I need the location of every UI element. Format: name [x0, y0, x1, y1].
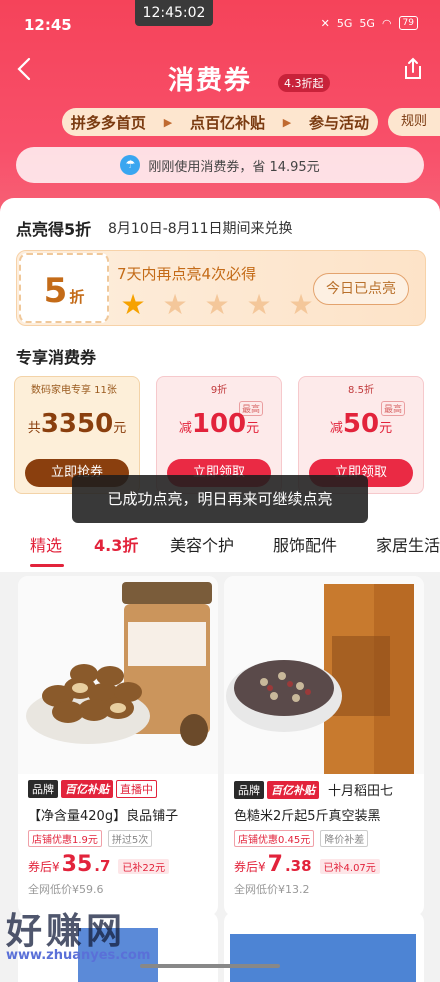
product-title: 【净含量420g】良品铺子	[28, 809, 179, 824]
product-badges: 品牌 百亿补贴 十月稻田七	[234, 780, 393, 799]
share-icon[interactable]	[402, 56, 424, 82]
product-badges: 品牌 百亿补贴 直播中	[28, 780, 157, 798]
subsidy-amount: 已补4.07元	[319, 859, 380, 874]
tab-home[interactable]: 家居生活	[376, 532, 440, 556]
star-row: ★ ★ ★ ★ ★	[117, 291, 317, 319]
subsidy-amount: 已补22元	[118, 859, 170, 874]
product-title-start: 十月稻田七	[328, 784, 394, 799]
store-discount-tag: 店铺优惠1.9元	[28, 830, 102, 847]
star-icon: ★	[120, 288, 146, 321]
price-protect-tag: 降价补差	[320, 830, 369, 847]
voucher-unit: 元	[246, 421, 260, 436]
title-discount-badge: 4.3折起	[278, 74, 330, 92]
notice-text: 刚刚使用消费券，省 14.95元	[148, 159, 320, 175]
reference-price: 全网低价¥59.6	[28, 883, 104, 896]
product-tags: 店铺优惠1.9元 拼过5次	[28, 830, 153, 847]
star-icon: ★	[204, 288, 230, 321]
voucher-amount: 减50元	[299, 409, 423, 439]
voucher-tag: 数码家电专享 11张	[31, 385, 117, 396]
live-badge: 直播中	[116, 780, 157, 798]
category-tabs: 精选 4.3折 美容个护 服饰配件 家居生活	[0, 520, 440, 572]
tab-featured[interactable]: 精选	[30, 532, 62, 556]
voucher-prefix: 减	[178, 421, 192, 436]
signal-label-2: 5G	[359, 16, 375, 30]
voucher-number: 100	[191, 409, 247, 439]
nav-pdd-home[interactable]: 拼多多首页	[71, 112, 146, 133]
light-hint: 7天内再点亮4次必得	[117, 265, 257, 283]
product-price: 券后¥ 7 .38 已补4.07元	[234, 852, 380, 877]
brand-badge: 品牌	[28, 780, 58, 798]
voucher-prefix: 共	[27, 421, 41, 436]
page-title: 消费券	[168, 66, 253, 96]
umbrella-icon: ☂	[120, 155, 141, 175]
tab-apparel[interactable]: 服饰配件	[273, 532, 337, 556]
today-lit-button[interactable]: 今日已点亮	[313, 273, 409, 305]
nav-subsidy[interactable]: 点百亿补贴	[190, 112, 265, 133]
voucher-amount: 共3350元	[15, 409, 139, 439]
discount-number: 5	[43, 271, 68, 311]
rules-button[interactable]: 规则	[388, 108, 440, 136]
price-decimal: .7	[94, 857, 111, 875]
product-card[interactable]: 品牌 百亿补贴 十月稻田七 色糙米2斤起5斤真空装黑 店铺优惠0.45元 降价补…	[224, 576, 424, 916]
star-icon: ★	[288, 288, 314, 321]
chevron-left-icon[interactable]	[14, 56, 36, 82]
battery-level: 79	[398, 16, 418, 30]
voucher-amount: 减100元	[157, 409, 281, 439]
product-price: 券后¥ 35 .7 已补22元	[28, 852, 170, 877]
mute-icon: ✕	[320, 16, 330, 30]
main-panel: 点亮得5折 8月10日-8月11日期间来兑换 5 折 7天内再点亮4次必得 ★ ★…	[0, 198, 440, 520]
price-decimal: .38	[284, 857, 312, 875]
status-bar: 12:45 12:45:02 ✕ 5G 5G ◠ 79	[0, 0, 440, 48]
reference-price: 全网低价¥13.2	[234, 883, 310, 896]
vouchers-heading: 专享消费券	[16, 348, 97, 367]
brand-badge: 品牌	[234, 780, 264, 799]
subsidy-badge: 百亿补贴	[61, 780, 113, 798]
active-tab-indicator	[30, 564, 64, 567]
activity-nav: 拼多多首页 ▶ 点百亿补贴 ▶ 参与活动	[62, 108, 378, 136]
voucher-prefix: 减	[329, 421, 343, 436]
discount-box: 5 折	[19, 253, 109, 323]
voucher-tag: 8.5折	[348, 385, 374, 396]
price-integer: 7	[267, 852, 283, 877]
product-tags: 店铺优惠0.45元 降价补差	[234, 830, 369, 847]
product-image	[18, 576, 218, 774]
price-prefix: 券后¥	[28, 860, 60, 874]
voucher-unit: 元	[379, 421, 393, 436]
status-icons: ✕ 5G 5G ◠ 79	[321, 16, 418, 30]
nav-separator-icon: ▶	[163, 115, 173, 129]
screen-record-time: 12:45:02	[135, 0, 213, 26]
group-count-tag: 拼过5次	[107, 830, 153, 847]
light-card: 5 折 7天内再点亮4次必得 ★ ★ ★ ★ ★ 今日已点亮	[16, 250, 426, 326]
discount-unit: 折	[69, 288, 85, 306]
product-title: 色糙米2斤起5斤真空装黑	[234, 809, 381, 824]
savings-notice: ☂ 刚刚使用消费券，省 14.95元	[16, 147, 424, 183]
subsidy-badge: 百亿补贴	[267, 780, 319, 799]
toast-message: 已成功点亮，明日再来可继续点亮	[72, 475, 368, 523]
voucher-number: 50	[342, 409, 380, 439]
star-icon: ★	[246, 288, 272, 321]
status-time: 12:45	[24, 16, 72, 34]
light-date: 8月10日-8月11日期间来兑换	[108, 221, 293, 237]
wifi-icon: ◠	[381, 16, 392, 30]
voucher-unit: 元	[113, 421, 127, 436]
product-image	[224, 576, 424, 774]
nav-join[interactable]: 参与活动	[309, 112, 369, 133]
star-icon: ★	[162, 288, 188, 321]
light-heading: 点亮得5折	[16, 220, 92, 239]
voucher-tag: 9折	[210, 385, 228, 396]
watermark-url: www.zhuanyes.com	[6, 948, 151, 963]
price-prefix: 券后¥	[234, 860, 266, 874]
tab-beauty[interactable]: 美容个护	[170, 532, 234, 556]
price-integer: 35	[61, 852, 93, 877]
voucher-number: 3350	[40, 409, 114, 439]
store-discount-tag: 店铺优惠0.45元	[234, 830, 315, 847]
nav-separator-icon: ▶	[282, 115, 292, 129]
signal-label-1: 5G	[336, 16, 353, 30]
home-indicator[interactable]	[140, 964, 280, 968]
tab-discount[interactable]: 4.3折	[94, 532, 138, 556]
rice-bag-image	[226, 584, 414, 774]
pecan-jar-image	[26, 582, 212, 746]
product-card[interactable]: 品牌 百亿补贴 直播中 【净含量420g】良品铺子 店铺优惠1.9元 拼过5次 …	[18, 576, 218, 916]
